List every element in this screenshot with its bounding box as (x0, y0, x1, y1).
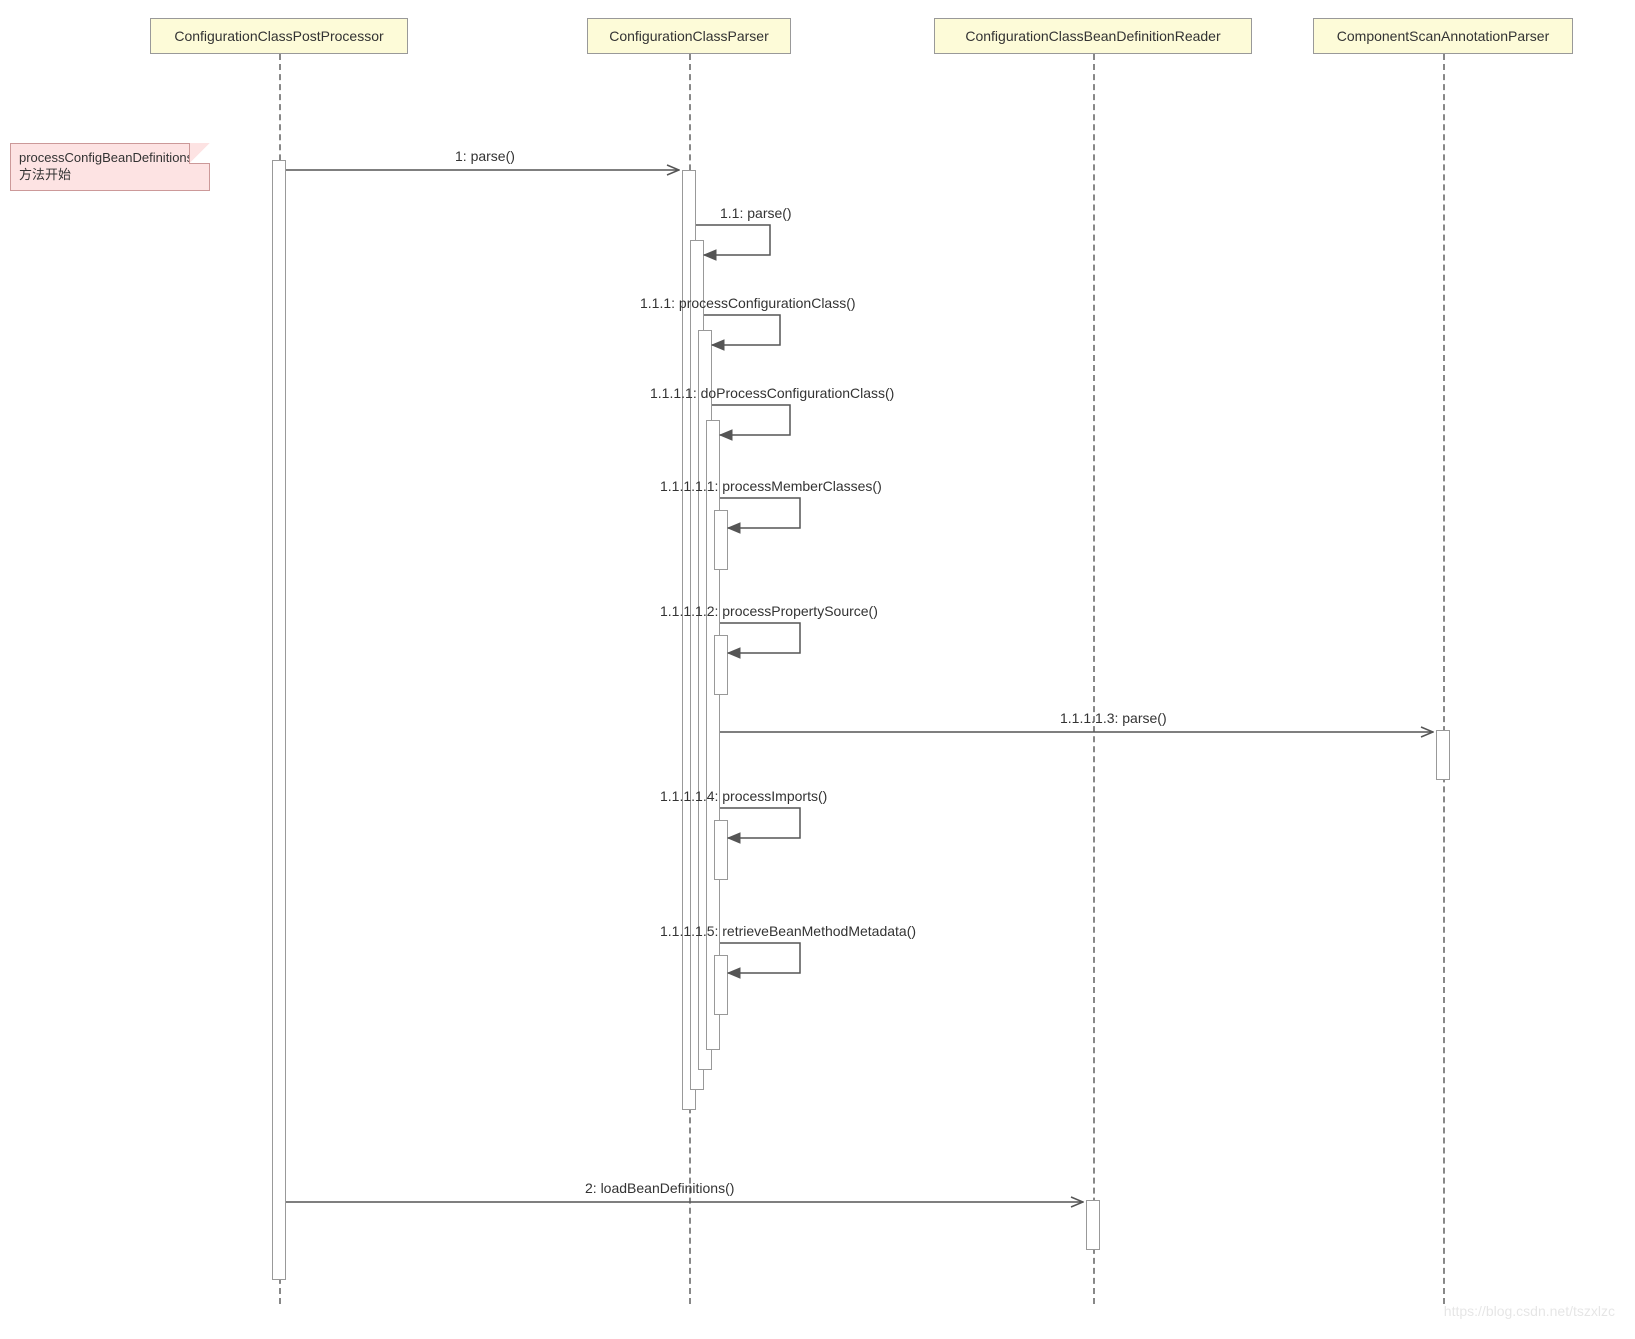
msg-1-1: 1.1: parse() (720, 205, 792, 221)
note-text: processConfigBeanDefinitions方法开始 (19, 150, 193, 182)
activation-p3 (1086, 1200, 1100, 1250)
participant-p4: ComponentScanAnnotationParser (1313, 18, 1573, 54)
activation-p2-5c (714, 820, 728, 880)
msg-1-1-1-1-1: 1.1.1.1.1: processMemberClasses() (660, 478, 882, 494)
msg-1-1-1-1: 1.1.1.1: doProcessConfigurationClass() (650, 385, 894, 401)
start-note: processConfigBeanDefinitions方法开始 (10, 143, 210, 191)
msg-1-1-1: 1.1.1: processConfigurationClass() (640, 295, 856, 311)
arrows-layer (0, 0, 1635, 1339)
msg-1-1-1-1-4: 1.1.1.1.4: processImports() (660, 788, 827, 804)
lifeline-p3 (1093, 54, 1095, 1304)
activation-p1 (272, 160, 286, 1280)
msg-1-1-1-1-3: 1.1.1.1.3: parse() (1060, 710, 1167, 726)
msg-1: 1: parse() (455, 148, 515, 164)
sequence-diagram: ConfigurationClassPostProcessor Configur… (0, 0, 1635, 1339)
msg-1-1-1-1-5: 1.1.1.1.5: retrieveBeanMethodMetadata() (660, 923, 916, 939)
lifeline-p4 (1443, 54, 1445, 1304)
participant-label: ComponentScanAnnotationParser (1337, 28, 1549, 44)
participant-label: ConfigurationClassBeanDefinitionReader (965, 28, 1220, 44)
msg-2: 2: loadBeanDefinitions() (585, 1180, 734, 1196)
participant-p2: ConfigurationClassParser (587, 18, 791, 54)
participant-label: ConfigurationClassPostProcessor (174, 28, 383, 44)
msg-1-1-1-1-2: 1.1.1.1.2: processPropertySource() (660, 603, 878, 619)
watermark: https://blog.csdn.net/tszxlzc (1444, 1303, 1615, 1319)
activation-p2-5d (714, 955, 728, 1015)
activation-p2-5a (714, 510, 728, 570)
participant-p1: ConfigurationClassPostProcessor (150, 18, 408, 54)
participant-label: ConfigurationClassParser (609, 28, 769, 44)
activation-p2-5b (714, 635, 728, 695)
activation-p4 (1436, 730, 1450, 780)
participant-p3: ConfigurationClassBeanDefinitionReader (934, 18, 1252, 54)
note-fold-icon (189, 143, 210, 164)
